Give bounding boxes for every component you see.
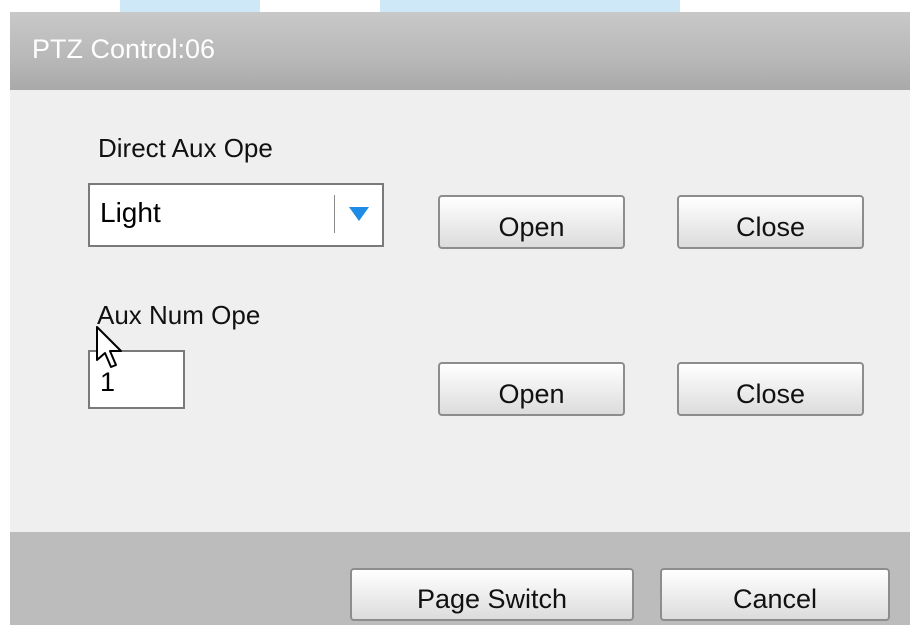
direct-aux-open-button[interactable]: Open <box>438 195 625 249</box>
page-switch-label: Page Switch <box>416 583 568 614</box>
aux-num-close-label: Close <box>735 378 806 409</box>
page-switch-button[interactable]: Page Switch <box>350 568 634 621</box>
dialog-titlebar: PTZ Control:06 <box>10 12 910 90</box>
direct-aux-label: Direct Aux Ope <box>98 133 273 163</box>
direct-aux-close-label: Close <box>735 211 806 242</box>
background-decoration-right <box>380 0 680 12</box>
triangle-down-icon[interactable] <box>349 207 369 221</box>
cancel-button[interactable]: Cancel <box>660 568 890 621</box>
aux-function-select[interactable]: Light <box>88 183 384 247</box>
direct-aux-open-label: Open <box>498 211 565 242</box>
aux-function-select-value: Light <box>100 197 161 228</box>
aux-num-open-button[interactable]: Open <box>438 362 625 416</box>
background-decoration-left <box>120 0 260 12</box>
select-divider <box>334 195 335 233</box>
aux-num-open-label: Open <box>498 378 565 409</box>
mouse-pointer-icon <box>96 326 122 368</box>
direct-aux-close-button[interactable]: Close <box>677 195 864 249</box>
aux-num-close-button[interactable]: Close <box>677 362 864 416</box>
cancel-label: Cancel <box>732 583 818 614</box>
dialog-title: PTZ Control:06 <box>32 34 216 64</box>
